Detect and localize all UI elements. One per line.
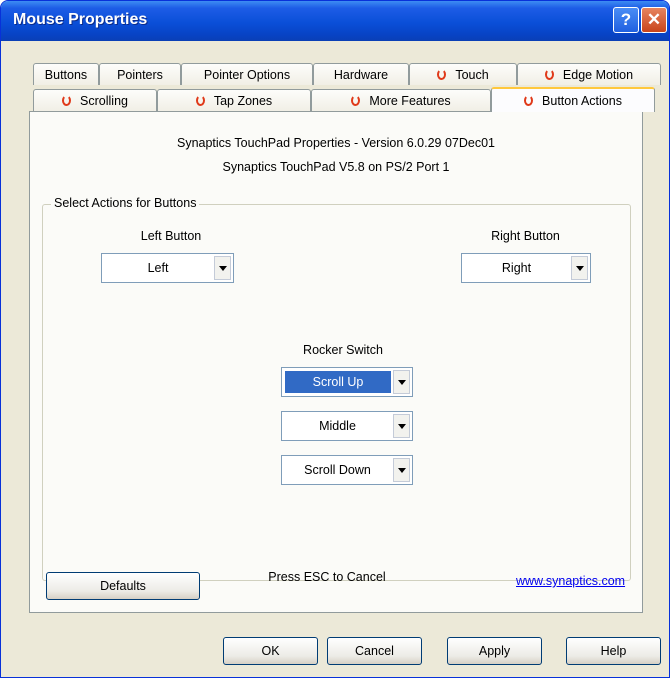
version-info: Synaptics TouchPad Properties - Version … bbox=[176, 136, 496, 150]
tab-tap-zones[interactable]: Tap Zones bbox=[157, 89, 311, 111]
esc-hint: Press ESC to Cancel bbox=[268, 570, 386, 584]
chevron-down-icon[interactable] bbox=[393, 370, 410, 394]
rocker-middle-value: Middle bbox=[319, 419, 356, 433]
help-button[interactable]: Help bbox=[566, 637, 661, 665]
button-actions-panel: Synaptics TouchPad Properties - Version … bbox=[29, 111, 643, 613]
left-button-label: Left Button bbox=[140, 229, 202, 243]
mouse-properties-window: Mouse Properties ? ✕ Buttons Pointers Po… bbox=[0, 0, 670, 678]
synaptics-icon bbox=[62, 95, 72, 106]
select-actions-group: Select Actions for Buttons Left Button L… bbox=[42, 196, 631, 581]
synaptics-link[interactable]: www.synaptics.com bbox=[516, 574, 625, 588]
window-title: Mouse Properties bbox=[13, 11, 148, 28]
tab-button-actions[interactable]: Button Actions bbox=[491, 87, 655, 112]
help-title-button[interactable]: ? bbox=[613, 7, 639, 33]
tab-scrolling[interactable]: Scrolling bbox=[33, 89, 157, 111]
close-icon: ✕ bbox=[646, 10, 662, 29]
right-button-value: Right bbox=[501, 261, 532, 275]
tab-pointer-options[interactable]: Pointer Options bbox=[181, 63, 313, 85]
rocker-middle-select[interactable]: Middle bbox=[281, 411, 413, 441]
tab-touch[interactable]: Touch bbox=[409, 63, 517, 85]
close-title-button[interactable]: ✕ bbox=[641, 7, 667, 33]
synaptics-icon bbox=[524, 95, 534, 106]
apply-button[interactable]: Apply bbox=[447, 637, 542, 665]
rocker-down-value: Scroll Down bbox=[304, 463, 371, 477]
device-info: Synaptics TouchPad V5.8 on PS/2 Port 1 bbox=[222, 160, 450, 174]
left-button-select[interactable]: Left bbox=[101, 253, 234, 283]
tab-pointers[interactable]: Pointers bbox=[99, 63, 181, 85]
left-button-value: Left bbox=[147, 261, 169, 275]
rocker-up-value: Scroll Up bbox=[285, 371, 391, 393]
chevron-down-icon[interactable] bbox=[214, 256, 231, 280]
ok-button[interactable]: OK bbox=[223, 637, 318, 665]
chevron-down-icon[interactable] bbox=[393, 414, 410, 438]
tab-buttons[interactable]: Buttons bbox=[33, 63, 99, 85]
synaptics-icon bbox=[351, 95, 361, 106]
right-button-label: Right Button bbox=[491, 229, 560, 243]
right-button-select[interactable]: Right bbox=[461, 253, 591, 283]
group-label: Select Actions for Buttons bbox=[51, 196, 200, 210]
title-bar[interactable]: Mouse Properties ? ✕ bbox=[1, 1, 669, 41]
cancel-button[interactable]: Cancel bbox=[327, 637, 422, 665]
rocker-up-select[interactable]: Scroll Up bbox=[281, 367, 413, 397]
defaults-button[interactable]: Defaults bbox=[46, 572, 200, 600]
tab-edge-motion[interactable]: Edge Motion bbox=[517, 63, 661, 85]
rocker-down-select[interactable]: Scroll Down bbox=[281, 455, 413, 485]
chevron-down-icon[interactable] bbox=[393, 458, 410, 482]
synaptics-icon bbox=[544, 69, 554, 80]
tab-more-features[interactable]: More Features bbox=[311, 89, 491, 111]
chevron-down-icon[interactable] bbox=[571, 256, 588, 280]
synaptics-icon bbox=[195, 95, 205, 106]
help-icon: ? bbox=[620, 10, 632, 29]
tab-hardware[interactable]: Hardware bbox=[313, 63, 409, 85]
rocker-switch-label: Rocker Switch bbox=[303, 343, 383, 357]
synaptics-icon bbox=[437, 69, 447, 80]
